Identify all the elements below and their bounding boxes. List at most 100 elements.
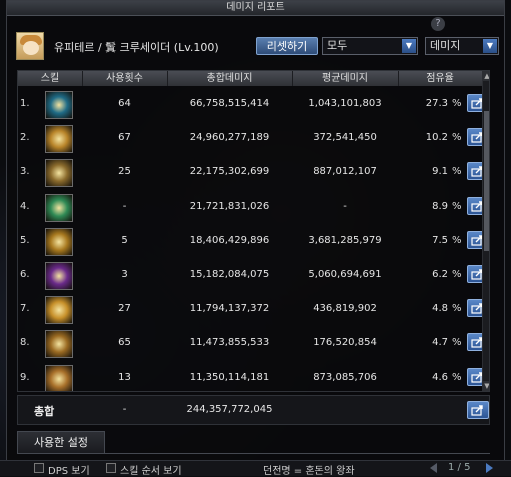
row-uses: 27 (118, 303, 131, 315)
row-total-damage: 22,175,302,699 (189, 166, 270, 178)
table-row: 7. 27 11,794,137,372 436,819,902 4.8% (18, 293, 489, 327)
total-label: 총합 (34, 405, 55, 418)
percent-sign: % (452, 337, 462, 349)
total-uses: - (122, 404, 127, 415)
skill-icon (45, 193, 73, 222)
share-total-button[interactable] (467, 401, 489, 419)
table-row: 6. 3 15,182,084,075 5,060,694,691 6.2% (18, 259, 489, 293)
row-uses: - (122, 200, 127, 212)
prev-page-icon[interactable] (430, 463, 437, 473)
percent-sign: % (452, 371, 462, 383)
reset-button[interactable]: 리셋하기 (256, 37, 318, 55)
skill-icon (45, 125, 73, 154)
row-average-damage: - (343, 200, 347, 212)
table-row: 1. 64 66,758,515,414 1,043,101,803 27.3% (18, 88, 489, 122)
skill-icon (45, 296, 73, 325)
skill-icon (45, 364, 73, 391)
skill-icon (45, 91, 73, 119)
row-uses: 64 (118, 98, 131, 109)
table-row: 3. 25 22,175,302,699 887,012,107 9.1% (18, 156, 489, 190)
row-share: 6.2 (432, 269, 448, 280)
page-indicator: 1 / 5 (448, 462, 471, 473)
row-average-damage: 873,085,706 (313, 371, 377, 383)
row-share: 27.3 (425, 98, 448, 109)
header-skill[interactable]: 스킬 (18, 71, 83, 86)
row-uses: 25 (118, 166, 131, 178)
row-uses: 65 (118, 337, 131, 349)
row-average-damage: 5,060,694,691 (308, 269, 382, 280)
header-total-damage[interactable]: 총합데미지 (167, 71, 293, 86)
skill-icon (45, 262, 73, 290)
footer-bar: DPS 보기 스킬 순서 보기 던전명 = 혼돈의 왕좌 1 / 5 (0, 460, 511, 477)
character-avatar (16, 32, 44, 60)
row-total-damage: 66,758,515,414 (189, 98, 270, 109)
percent-sign: % (452, 234, 462, 246)
table-row: 5. 5 18,406,429,896 3,681,285,979 7.5% (18, 225, 489, 259)
window-title[interactable]: 데미지 리포트 (7, 1, 504, 16)
row-share: 9.1 (432, 166, 448, 178)
total-row: 총합 - 244,357,772,045 (17, 395, 490, 425)
filter-value: 모두 (327, 39, 348, 52)
row-share: 4.6 (432, 371, 448, 383)
table-row: 4. - 21,721,831,026 - 8.9% (18, 191, 489, 225)
tab-used-settings[interactable]: 사용한 설정 (17, 431, 105, 453)
table-row: 8. 65 11,473,855,533 176,520,854 4.7% (18, 327, 489, 361)
row-uses: 3 (121, 269, 128, 280)
row-uses: 13 (118, 371, 131, 383)
tab-panel (17, 453, 490, 460)
table-row: 9. 13 11,350,114,181 873,085,706 4.6% (18, 362, 489, 391)
character-name: 유피테르 / 鬒 크루세이더 (Lv.100) (54, 41, 219, 54)
skill-order-checkbox[interactable] (106, 463, 116, 473)
row-total-damage: 11,350,114,181 (189, 371, 270, 383)
scroll-down-icon[interactable]: ▼ (483, 381, 489, 391)
header-uses[interactable]: 사용횟수 (82, 71, 168, 86)
skill-icon (45, 227, 73, 256)
row-average-damage: 176,520,854 (313, 337, 377, 349)
row-total-damage: 11,473,855,533 (189, 337, 270, 349)
row-total-damage: 24,960,277,189 (189, 132, 270, 144)
row-average-damage: 372,541,450 (313, 132, 377, 144)
row-average-damage: 3,681,285,979 (308, 234, 382, 246)
table-header: 스킬 사용횟수 총합데미지 평균데미지 점유율 (18, 71, 482, 86)
row-total-damage: 11,794,137,372 (189, 303, 270, 315)
row-rank: 8. (20, 337, 30, 349)
total-damage: 244,357,772,045 (186, 404, 273, 415)
row-uses: 67 (118, 132, 131, 144)
percent-sign: % (452, 303, 462, 315)
percent-sign: % (452, 269, 462, 280)
chevron-down-icon[interactable]: ▼ (483, 39, 497, 53)
percent-sign: % (452, 166, 462, 178)
row-share: 4.7 (432, 337, 448, 349)
header-average-damage[interactable]: 평균데미지 (292, 71, 399, 86)
row-rank: 2. (20, 132, 30, 144)
row-rank: 1. (20, 98, 30, 109)
row-rank: 5. (20, 234, 30, 246)
header-share[interactable]: 점유율 (398, 71, 482, 86)
skill-icon (45, 330, 73, 359)
dps-checkbox[interactable] (34, 463, 44, 473)
row-rank: 7. (20, 303, 30, 315)
row-share: 4.8 (432, 303, 448, 315)
row-average-damage: 436,819,902 (313, 303, 377, 315)
chevron-down-icon[interactable]: ▼ (402, 39, 416, 53)
share-icon (471, 405, 483, 416)
help-icon[interactable]: ? (431, 17, 445, 31)
filter-dropdown[interactable]: 모두 ▼ (322, 37, 418, 55)
skill-table: 스킬 사용횟수 총합데미지 평균데미지 점유율 1. 64 66,758,515,4… (17, 70, 490, 392)
skill-icon (45, 159, 73, 188)
table-scrollbar[interactable]: ▲ ▼ (482, 71, 489, 391)
row-rank: 6. (20, 269, 30, 280)
percent-sign: % (452, 98, 462, 109)
sort-dropdown[interactable]: 데미지 ▼ (425, 37, 499, 55)
row-total-damage: 18,406,429,896 (189, 234, 270, 246)
row-rank: 9. (20, 371, 30, 383)
row-share: 7.5 (432, 234, 448, 246)
scroll-thumb[interactable] (484, 111, 489, 251)
next-page-icon[interactable] (486, 463, 493, 473)
row-share: 10.2 (425, 132, 448, 144)
scroll-up-icon[interactable]: ▲ (483, 71, 489, 81)
row-uses: 5 (121, 234, 128, 246)
percent-sign: % (452, 132, 462, 144)
row-total-damage: 15,182,084,075 (189, 269, 270, 280)
row-total-damage: 21,721,831,026 (189, 200, 270, 212)
